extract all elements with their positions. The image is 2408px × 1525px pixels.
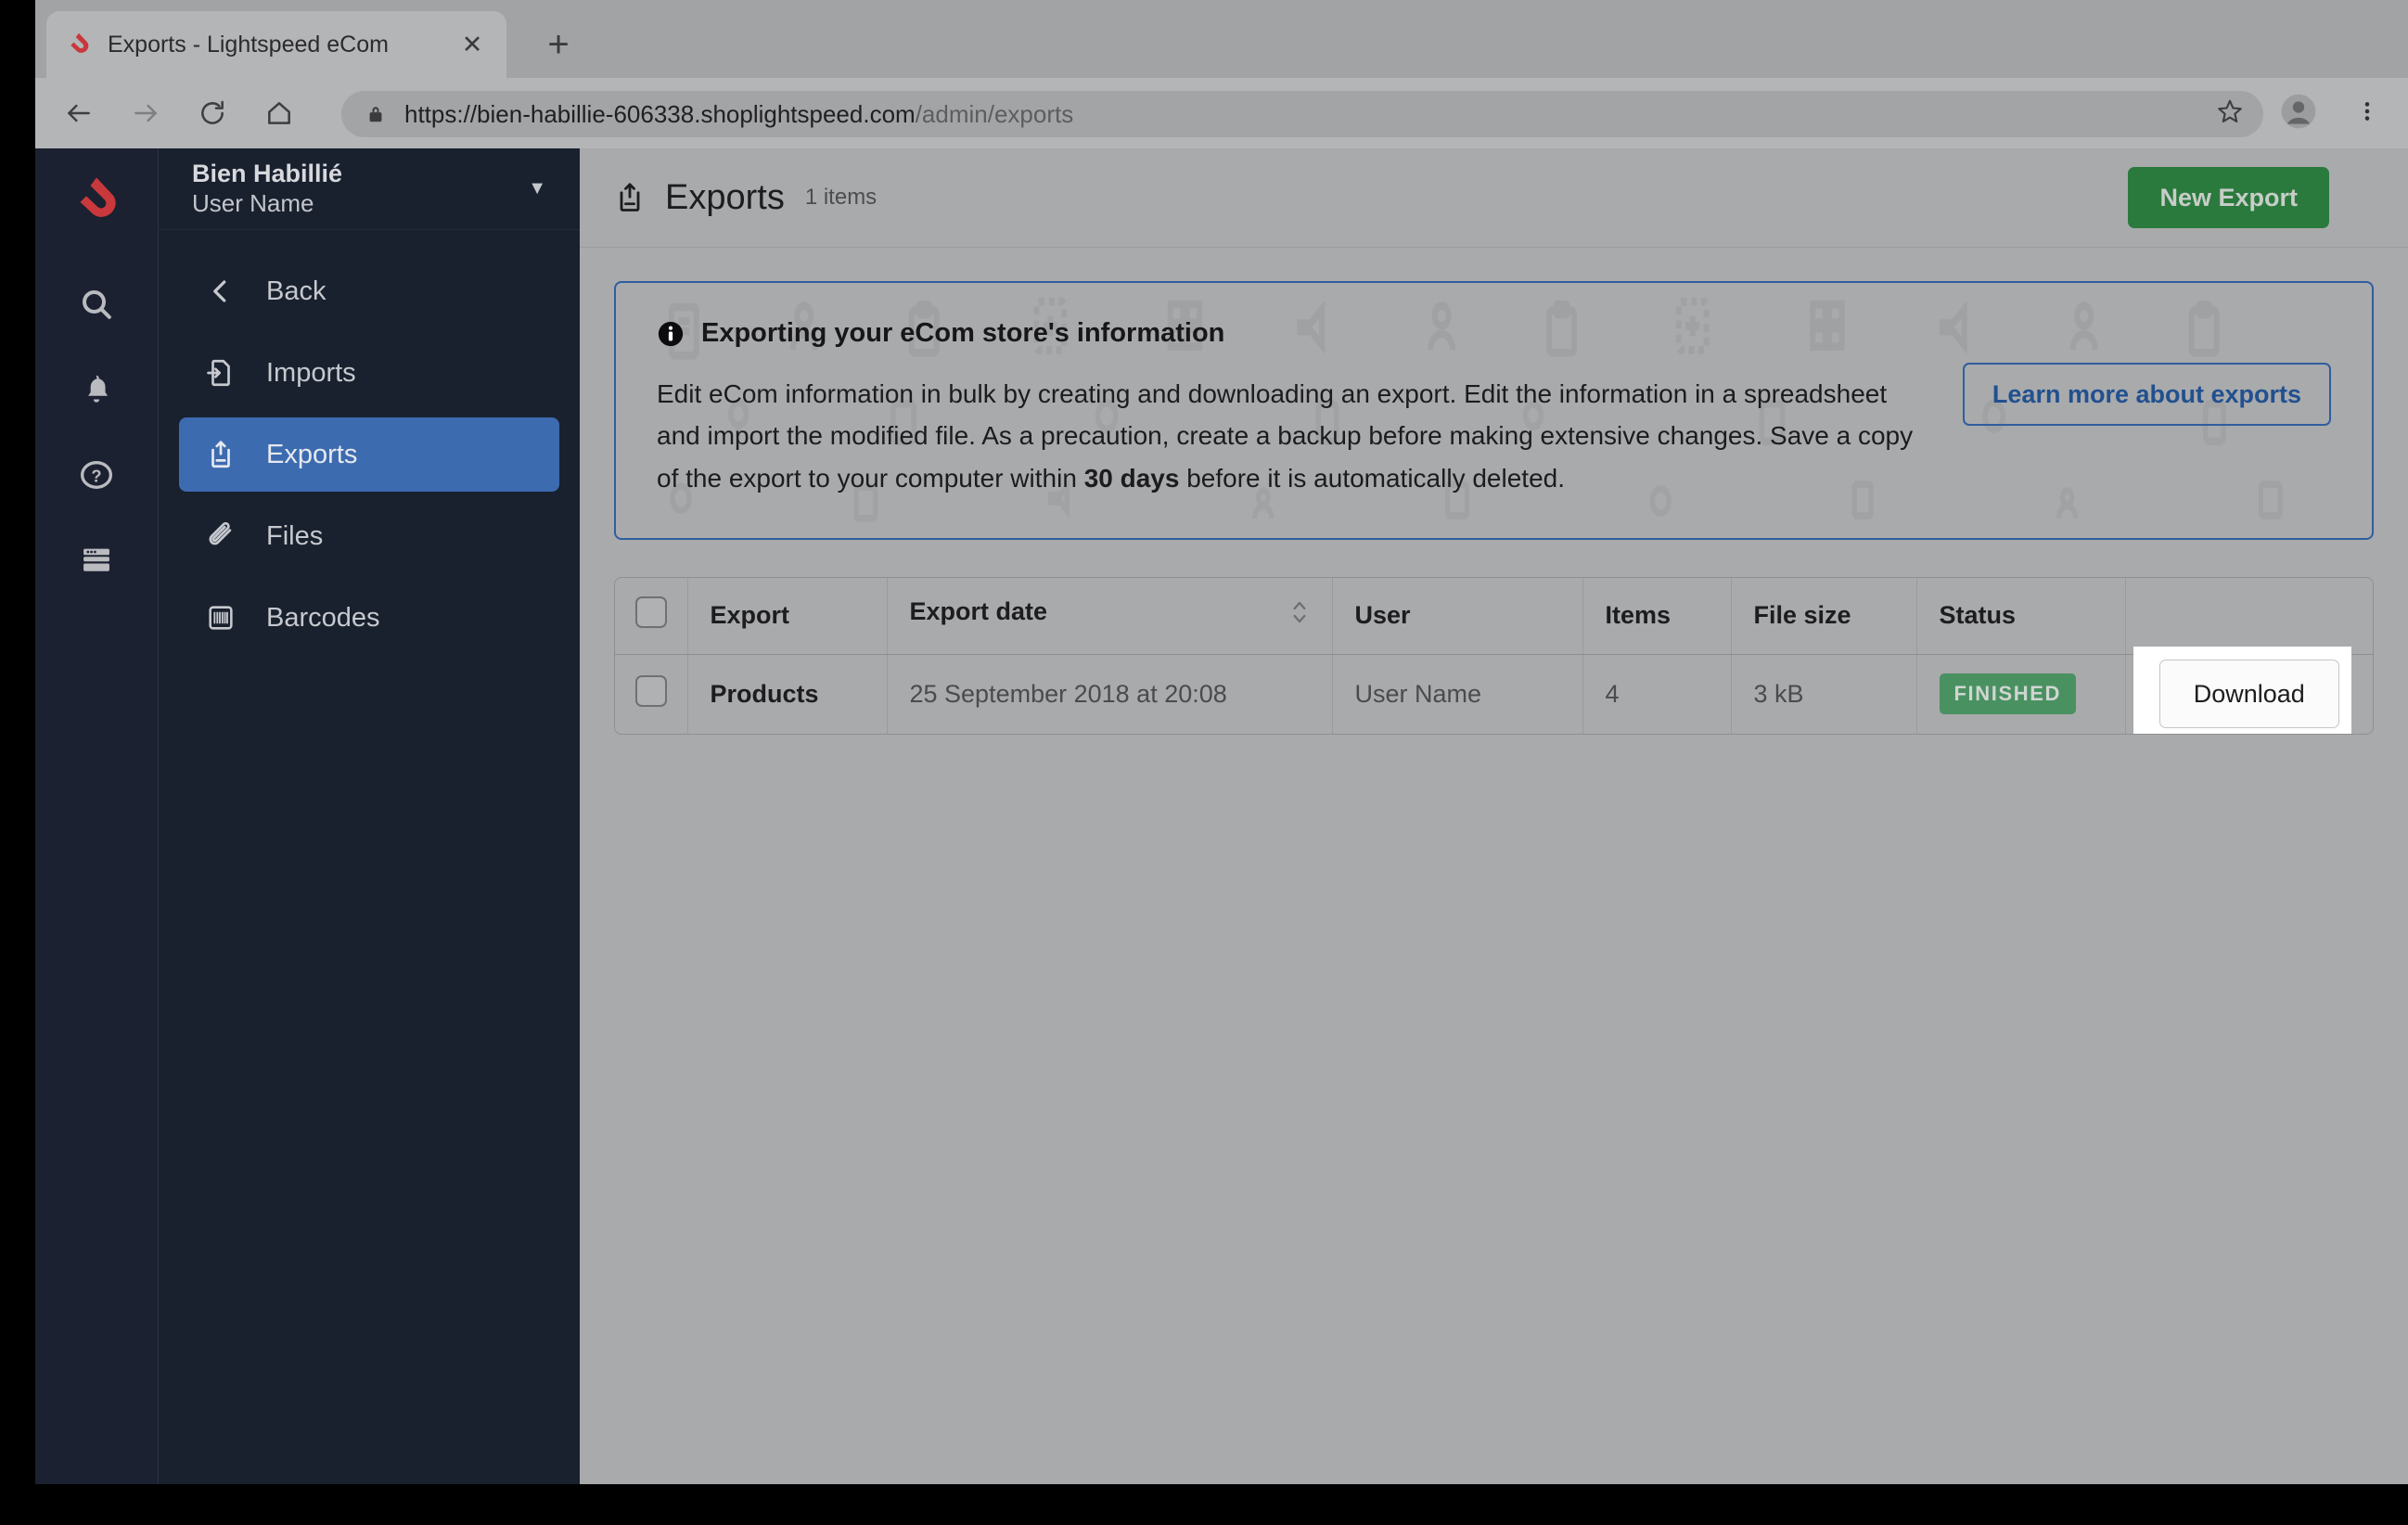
tab-strip: Exports - Lightspeed eCom ✕ + — [35, 0, 2408, 78]
select-all-header — [615, 578, 688, 655]
search-icon[interactable] — [58, 266, 134, 342]
browser-window: Exports - Lightspeed eCom ✕ + https://bi… — [35, 0, 2408, 1484]
browser-toolbar: https://bien-habillie-606338.shoplightsp… — [35, 78, 2408, 148]
forward-arrow-icon[interactable] — [122, 90, 169, 136]
lightspeed-flame-icon — [65, 31, 93, 58]
icon-rail: ? — [35, 148, 158, 1484]
sidebar-item-label: Barcodes — [266, 602, 380, 633]
info-banner: Exporting your eCom store's information … — [614, 281, 2374, 541]
column-header-items[interactable]: Items — [1582, 578, 1732, 655]
chevron-down-icon[interactable]: ▼ — [528, 178, 546, 199]
question-circle-icon[interactable]: ? — [58, 437, 134, 513]
chevron-left-icon — [199, 277, 242, 305]
cell-file-size: 3 kB — [1731, 654, 1917, 735]
store-switcher[interactable]: Bien Habillié User Name ▼ — [159, 148, 580, 230]
cell-export-name: Products — [687, 654, 888, 735]
sidebar-item-label: Back — [266, 276, 327, 306]
column-header-user[interactable]: User — [1332, 578, 1583, 655]
svg-text:?: ? — [91, 466, 101, 485]
new-export-button[interactable]: New Export — [2128, 167, 2329, 228]
url-path: /admin/exports — [915, 99, 1074, 128]
paperclip-icon — [199, 520, 242, 552]
item-count: 1 items — [804, 185, 877, 210]
toolbar-actions — [2209, 91, 2388, 132]
download-button[interactable]: Download — [2158, 660, 2339, 729]
main-content: Exports 1 items New Export Exporting you… — [580, 148, 2408, 1484]
sidebar-item-barcodes[interactable]: Barcodes — [179, 581, 559, 655]
store-name: Bien Habillié — [192, 159, 343, 187]
table-header-row: Export Export date User Items File size … — [615, 578, 2373, 655]
column-header-file-size[interactable]: File size — [1731, 578, 1917, 655]
sidebar-item-imports[interactable]: Imports — [179, 336, 559, 410]
learn-more-button[interactable]: Learn more about exports — [1962, 363, 2331, 426]
barcode-icon — [199, 602, 242, 634]
profile-avatar-icon[interactable] — [2278, 91, 2319, 132]
sidebar-item-files[interactable]: Files — [179, 499, 559, 573]
browser-tab[interactable]: Exports - Lightspeed eCom ✕ — [46, 11, 506, 78]
info-circle-icon — [657, 320, 685, 348]
lock-icon — [364, 103, 388, 125]
sort-updown-icon[interactable] — [1289, 597, 1310, 634]
cell-export-date: 25 September 2018 at 20:08 — [887, 654, 1333, 735]
banner-text-part2: before it is automatically deleted. — [1179, 463, 1565, 493]
home-icon[interactable] — [256, 90, 302, 136]
sidebar-item-exports[interactable]: Exports — [179, 417, 559, 492]
sidebar-item-label: Exports — [266, 439, 358, 469]
column-header-actions — [2125, 578, 2373, 655]
close-icon[interactable]: ✕ — [456, 29, 488, 60]
status-badge: FINISHED — [1939, 673, 2076, 715]
column-header-label: Export date — [909, 597, 1048, 626]
sidebar-nav: Back Imports Exports Files Barcodes — [159, 230, 580, 655]
import-file-icon — [199, 357, 242, 389]
cell-items: 4 — [1582, 654, 1732, 735]
sidebar-item-label: Imports — [266, 357, 356, 388]
banner-text-bold: 30 days — [1083, 463, 1180, 493]
sidebar-item-label: Files — [266, 520, 324, 551]
exports-table: Export Export date User Items File size … — [614, 577, 2374, 736]
sidebar-user-name: User Name — [192, 188, 314, 217]
app-viewport: ? Bien Habillié User Name ▼ Back Imports… — [35, 148, 2408, 1484]
page-title: Exports — [665, 177, 785, 217]
sidebar: Bien Habillié User Name ▼ Back Imports E… — [158, 148, 580, 1484]
export-upload-icon — [613, 181, 647, 214]
cell-user: User Name — [1332, 654, 1583, 735]
back-arrow-icon[interactable] — [56, 90, 102, 136]
three-dot-menu-icon[interactable] — [2347, 91, 2388, 132]
column-header-export[interactable]: Export — [687, 578, 888, 655]
export-upload-icon — [199, 439, 242, 470]
column-header-export-date[interactable]: Export date — [887, 578, 1333, 655]
banner-title: Exporting your eCom store's information — [701, 318, 1225, 348]
bell-icon[interactable] — [58, 352, 134, 428]
row-checkbox[interactable] — [634, 674, 667, 707]
browser-window-icon[interactable] — [58, 522, 134, 598]
sidebar-item-back[interactable]: Back — [179, 254, 559, 328]
select-all-checkbox[interactable] — [634, 596, 667, 629]
cell-actions: Download — [2125, 646, 2373, 735]
table-row[interactable]: Products 25 September 2018 at 20:08 User… — [615, 646, 2373, 735]
star-icon[interactable] — [2209, 91, 2250, 132]
banner-text: Edit eCom information in bulk by creatin… — [657, 373, 1926, 499]
reload-icon[interactable] — [189, 90, 236, 136]
lightspeed-logo-icon[interactable] — [70, 174, 122, 231]
cell-status: FINISHED — [1916, 654, 2126, 735]
new-tab-button[interactable]: + — [536, 22, 581, 67]
tab-title: Exports - Lightspeed eCom — [108, 31, 389, 58]
page-header: Exports 1 items New Export — [580, 148, 2408, 248]
url-host: https://bien-habillie-606338.shoplightsp… — [404, 99, 916, 128]
column-header-status[interactable]: Status — [1916, 578, 2126, 655]
address-bar[interactable]: https://bien-habillie-606338.shoplightsp… — [341, 91, 2263, 137]
row-select-cell — [615, 654, 688, 735]
